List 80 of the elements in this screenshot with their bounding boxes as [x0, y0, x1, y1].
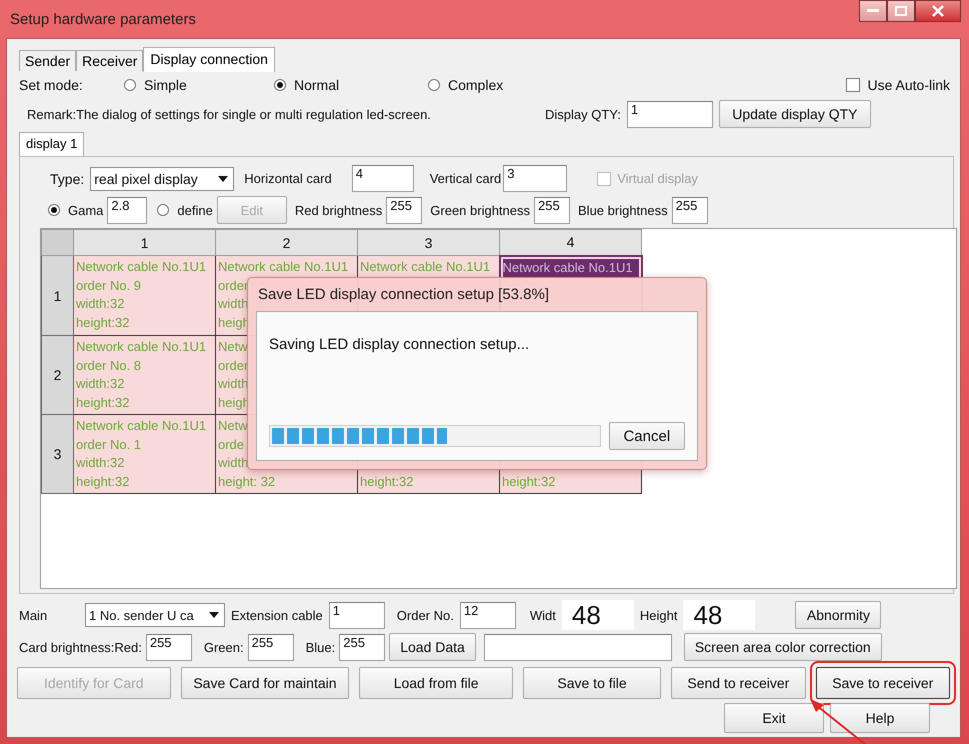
checkbox[interactable] [846, 78, 860, 92]
close-icon [932, 5, 944, 17]
close-button[interactable] [915, 0, 961, 22]
brightness-field[interactable]: 255 [386, 196, 422, 224]
extension-cable-field[interactable]: 1 [328, 602, 385, 628]
load-data-button[interactable]: Load Data [389, 633, 476, 661]
field-label: Type: [50, 170, 84, 186]
radio-label: Normal [294, 77, 340, 93]
display-qty-field[interactable]: 1 [626, 100, 713, 128]
checkbox-label: Use Auto-link [868, 77, 950, 93]
height-field[interactable]: 48 [683, 600, 756, 630]
order-no-field[interactable]: 12 [460, 602, 516, 628]
radio-button[interactable] [274, 79, 286, 91]
tab[interactable]: display 1 [19, 132, 84, 156]
field-label: Blue: [306, 640, 336, 654]
dialog-message: Saving LED display connection setup... [269, 336, 530, 353]
radio-label: Complex [448, 77, 504, 93]
horizontal-card-field[interactable]: 4 [352, 165, 414, 192]
help-button[interactable]: Help [830, 703, 930, 733]
set-mode-label: Set mode: [19, 77, 84, 93]
radio-button[interactable] [48, 204, 60, 216]
field-label: Widt [530, 608, 556, 622]
annotation-arrow [808, 697, 868, 744]
field-label: Blue brightness [578, 202, 668, 218]
field-label: Vertical card [430, 171, 502, 186]
field-label: Card brightness:Red: [19, 640, 142, 654]
field-label: Display QTY: [545, 106, 621, 122]
dialog-title: Save LED display connection setup [53.8%] [257, 285, 550, 305]
maximize-icon [895, 6, 907, 16]
gamma-field[interactable]: 2.8 [107, 196, 148, 224]
radio-label: define [177, 202, 213, 218]
field-label: Red brightness [294, 202, 382, 218]
brightness-field[interactable]: 255 [534, 196, 570, 224]
row-header: 1 [42, 256, 74, 336]
row-header: 2 [42, 336, 74, 414]
maximize-button[interactable] [887, 0, 915, 22]
field-label: Green: [204, 640, 244, 654]
radio-button[interactable] [124, 79, 136, 91]
action-button[interactable]: Send to receiver [671, 667, 806, 699]
row-header: 3 [42, 414, 74, 494]
load-data-field[interactable] [484, 634, 672, 660]
cancel-button[interactable]: Cancel [608, 422, 685, 450]
checkbox-label: Virtual display [617, 171, 698, 186]
card-brightness-field[interactable]: 255 [339, 634, 386, 660]
minimize-icon [867, 9, 879, 13]
width-field[interactable]: 48 [562, 600, 634, 630]
field-label: Height [640, 608, 678, 622]
main-dropdown[interactable]: 1 No. sender U ca [85, 603, 225, 627]
remark-text: Remark:The dialog of settings for single or multi regulation led-screen. [27, 106, 432, 122]
column-header: 4 [500, 230, 642, 256]
radio-button[interactable] [428, 79, 440, 91]
update-display-qty-button[interactable]: Update display QTY [718, 100, 871, 128]
field-label: Horizontal card [244, 171, 332, 186]
tab[interactable]: Display connection [143, 47, 275, 72]
column-header: 2 [216, 230, 358, 256]
vertical-card-field[interactable]: 3 [503, 165, 568, 192]
minimize-button[interactable] [859, 0, 887, 22]
radio-label: Gama [68, 202, 104, 218]
brightness-field[interactable]: 255 [672, 196, 708, 224]
field-label: Extension cable [231, 608, 323, 622]
dropdown-arrow-icon [209, 612, 219, 618]
action-button[interactable]: Save to file [522, 667, 662, 699]
action-button[interactable]: Load from file [359, 667, 513, 699]
column-header: 3 [358, 230, 500, 256]
color-correction-button[interactable]: Screen area color correction [684, 633, 882, 661]
abnormity-button[interactable]: Abnormity [795, 601, 882, 629]
field-label: Green brightness [430, 202, 530, 218]
tab[interactable]: Receiver [76, 50, 144, 71]
card-brightness-field[interactable]: 255 [248, 634, 294, 660]
field-label: Order No. [396, 608, 454, 622]
card-brightness-field[interactable]: 255 [146, 634, 192, 660]
field-label: Main [19, 608, 48, 622]
tab[interactable]: Sender [19, 50, 76, 71]
dropdown-arrow-icon [218, 176, 228, 182]
type-dropdown[interactable]: real pixel display [90, 166, 234, 190]
exit-button[interactable]: Exit [724, 703, 824, 733]
column-header: 1 [74, 230, 216, 256]
window-title: Setup hardware parameters [9, 10, 196, 28]
action-button[interactable]: Save Card for maintain [180, 667, 350, 699]
radio-label: Simple [144, 77, 187, 93]
